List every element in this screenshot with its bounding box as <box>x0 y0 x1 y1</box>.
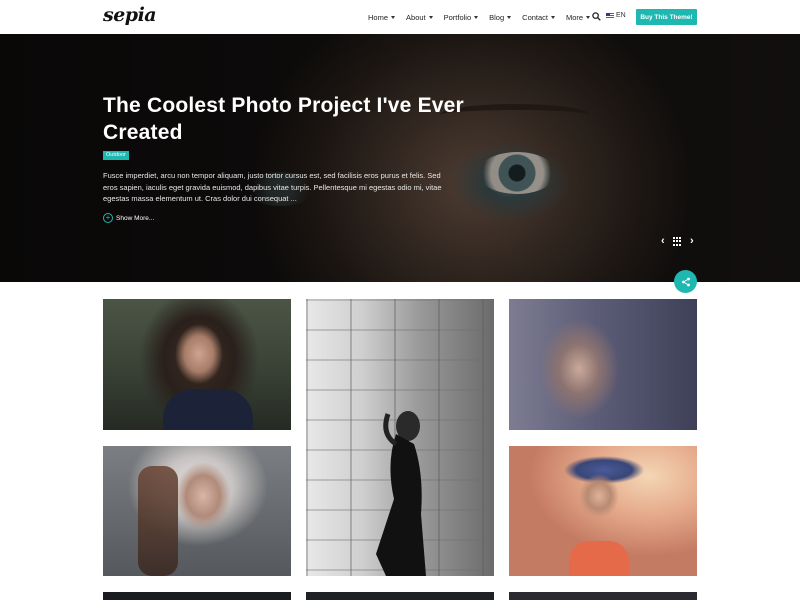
nav-item-label: More <box>566 12 584 22</box>
gallery-figure-silhouette <box>376 411 426 576</box>
share-button[interactable] <box>674 270 697 293</box>
nav-item-home[interactable]: Home <box>368 12 396 22</box>
category-tag[interactable]: Outdoor <box>103 151 129 160</box>
gallery-photo-sunhat-portrait[interactable] <box>509 446 697 576</box>
nav-item-more[interactable]: More <box>566 12 591 22</box>
buy-theme-button[interactable]: Buy This Theme! <box>636 9 697 25</box>
main-nav: Home About Portfolio Blog Contact More <box>368 0 601 34</box>
nav-item-blog[interactable]: Blog <box>489 12 512 22</box>
gallery-photo-wet-hair-portrait[interactable] <box>103 299 291 430</box>
site-logo[interactable]: sepia <box>103 4 157 26</box>
plus-circle-icon: + <box>103 213 113 223</box>
chevron-right-icon[interactable]: › <box>690 236 694 247</box>
nav-item-label: Portfolio <box>443 12 472 22</box>
language-switcher[interactable]: EN <box>606 12 626 19</box>
gallery-photo-tattoo-portrait[interactable] <box>103 446 291 576</box>
gallery-photo-row3-left[interactable] <box>103 592 291 600</box>
share-icon <box>681 277 690 286</box>
nav-item-portfolio[interactable]: Portfolio <box>444 13 479 22</box>
chevron-down-icon <box>391 15 396 19</box>
grid-icon[interactable] <box>673 237 682 246</box>
chevron-down-icon <box>507 15 512 19</box>
language-label: EN <box>616 12 626 19</box>
us-flag-icon <box>606 13 614 18</box>
chevron-down-icon <box>428 15 433 19</box>
hero-title[interactable]: The Coolest Photo Project I've Ever Crea… <box>103 92 483 146</box>
chevron-down-icon <box>586 15 591 19</box>
nav-item-label: Contact <box>522 12 549 22</box>
show-more-link[interactable]: + Show More... <box>103 213 154 223</box>
nav-item-label: Blog <box>489 12 505 22</box>
gallery-photo-row3-right[interactable] <box>509 592 697 600</box>
chevron-down-icon <box>551 15 556 19</box>
hero-slider: The Coolest Photo Project I've Ever Crea… <box>0 34 800 282</box>
nav-item-label: About <box>406 12 426 22</box>
hero-description: Fusce imperdiet, arcu non tempor aliquam… <box>103 171 442 203</box>
site-header: sepia Home About Portfolio Blog Contact … <box>0 0 800 34</box>
chevron-down-icon <box>474 15 479 19</box>
gallery-photo-bw-fence-portrait[interactable] <box>306 299 494 576</box>
gallery-photo-chair-portrait[interactable] <box>509 299 697 430</box>
nav-item-label: Home <box>368 12 389 22</box>
gallery-photo-row3-middle[interactable] <box>306 592 494 600</box>
show-more-label: Show More... <box>116 214 155 222</box>
nav-item-contact[interactable]: Contact <box>522 12 556 22</box>
nav-item-about[interactable]: About <box>406 13 433 22</box>
search-icon[interactable] <box>592 12 601 21</box>
chevron-left-icon[interactable]: ‹ <box>661 236 665 247</box>
